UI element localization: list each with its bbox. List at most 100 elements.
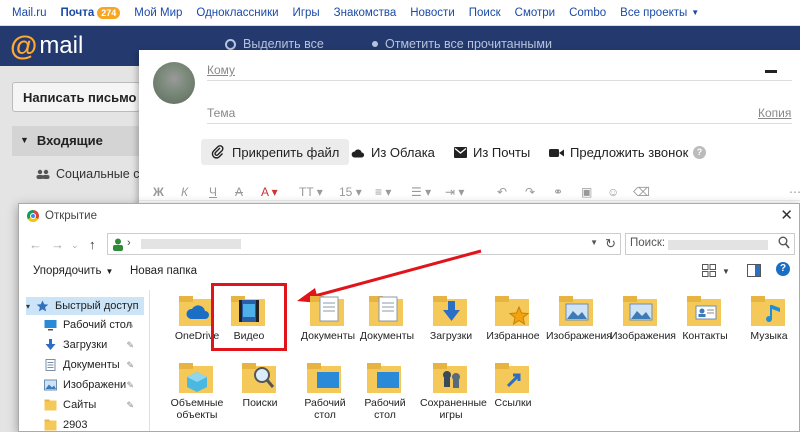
align-icon[interactable]: ≡ ▾	[375, 185, 391, 199]
file-item-contacts[interactable]: Контакты	[674, 293, 736, 342]
link-watch[interactable]: Смотри	[515, 7, 555, 19]
minimize-icon[interactable]	[765, 70, 777, 73]
view-mode-icon[interactable]	[702, 264, 716, 277]
underline-icon[interactable]: Ч	[209, 185, 217, 199]
copy-link[interactable]: Копия	[758, 106, 791, 120]
link-pochta[interactable]: Почта 274	[61, 6, 121, 19]
chevron-down-icon[interactable]: ▼	[590, 238, 598, 247]
nav-item-desktop[interactable]: Рабочий стол ✎	[44, 319, 136, 331]
to-field[interactable]	[207, 80, 792, 81]
undo-icon[interactable]: ↶	[497, 185, 507, 199]
link-odnoklassniki[interactable]: Одноклассники	[196, 7, 278, 19]
view-chevron-down-icon[interactable]: ▼	[722, 267, 730, 276]
file-item-downloads[interactable]: Загрузки	[420, 293, 482, 342]
documents-folder-icon	[369, 296, 403, 326]
nav-label: Загрузки	[63, 339, 108, 351]
file-item-pictures-2[interactable]: Изображения	[610, 293, 676, 342]
font-size-icon[interactable]: TT ▾	[299, 185, 323, 199]
folder-icon	[44, 419, 57, 431]
redo-icon[interactable]: ↷	[525, 185, 535, 199]
propose-call-button[interactable]: Предложить звонок	[549, 145, 688, 160]
mail-logo[interactable]: @ mail	[10, 30, 83, 62]
emoji-icon[interactable]: ☺	[607, 185, 619, 199]
nav-item-documents[interactable]: Документы ✎	[44, 359, 136, 371]
link-mailru[interactable]: Mail.ru	[12, 7, 47, 19]
image-icon[interactable]: ▣	[581, 185, 592, 199]
social-folder[interactable]: Социальные с	[36, 167, 139, 181]
file-item-searches[interactable]: Поиски	[229, 360, 291, 409]
subject-field[interactable]	[207, 123, 792, 124]
from-mail-button[interactable]: Из Почты	[454, 145, 530, 160]
organize-button[interactable]: Упорядочить ▼	[33, 265, 113, 277]
link-moi-mir[interactable]: Мой Мир	[134, 7, 182, 19]
list-icon[interactable]: ☰ ▾	[411, 185, 431, 199]
link-all-projects[interactable]: Все проекты ▼	[620, 7, 699, 19]
navigation-bar: ← → ⌄ ↑ › ▼ ↻ Поиск:	[19, 230, 799, 260]
file-item-pictures-1[interactable]: Изображения	[546, 293, 612, 342]
nav-label: Документы	[63, 359, 120, 371]
chrome-icon	[27, 210, 39, 222]
preview-pane-icon[interactable]	[747, 264, 761, 277]
file-item-3d-objects[interactable]: Объемные объекты	[166, 360, 228, 421]
nav-item-pictures[interactable]: Изображени ✎	[44, 379, 136, 391]
more-icon[interactable]: ⋯	[789, 185, 800, 199]
link-search[interactable]: Поиск	[469, 7, 501, 19]
forward-arrow-icon[interactable]: →	[51, 237, 64, 252]
pin-icon: ✎	[126, 379, 134, 390]
pin-icon: ✎	[126, 399, 134, 410]
refresh-icon[interactable]: ↻	[605, 236, 616, 252]
help-icon[interactable]: ?	[693, 146, 706, 159]
nav-item-quick-access[interactable]: ▾ Быстрый доступ	[26, 297, 144, 315]
portal-topbar: Mail.ru Почта 274 Мой Мир Одноклассники И…	[0, 0, 800, 26]
file-item-documents-1[interactable]: Документы	[297, 293, 359, 342]
link-dating[interactable]: Знакомства	[334, 7, 397, 19]
font-size-select[interactable]: 15 ▾	[339, 185, 362, 199]
pin-icon: ✎	[126, 339, 134, 350]
file-label: Объемные объекты	[170, 397, 224, 421]
close-icon[interactable]: ✕	[780, 206, 793, 224]
help-icon[interactable]: ?	[776, 262, 790, 276]
inbox-folder[interactable]: ▼ Входящие	[12, 126, 140, 156]
up-arrow-icon[interactable]: ↑	[89, 237, 96, 252]
social-label: Социальные с	[56, 167, 140, 181]
mark-all-read-button[interactable]: Отметить все прочитанными	[372, 37, 552, 51]
strikethrough-icon[interactable]: А	[235, 185, 243, 199]
link-combo[interactable]: Combo	[569, 7, 606, 19]
link-icon[interactable]: ⚭	[553, 185, 563, 199]
link-news[interactable]: Новости	[410, 7, 455, 19]
command-bar: Упорядочить ▼ Новая папка ▼ ?	[19, 260, 799, 284]
folder-icon	[44, 399, 57, 411]
file-item-desktop-2[interactable]: Рабочий стол	[354, 360, 416, 421]
file-item-favorites[interactable]: Избранное	[482, 293, 544, 342]
to-field-label[interactable]: Кому	[207, 63, 235, 77]
indent-icon[interactable]: ⇥ ▾	[445, 185, 464, 199]
file-label: Музыка	[750, 330, 788, 342]
address-bar[interactable]: › ▼ ↻	[107, 233, 621, 255]
file-label: Документы	[359, 330, 415, 342]
italic-icon[interactable]: К	[181, 185, 188, 199]
file-item-documents-2[interactable]: Документы	[356, 293, 418, 342]
link-games[interactable]: Игры	[293, 7, 320, 19]
search-input[interactable]: Поиск:	[625, 233, 795, 255]
file-item-links[interactable]: Ссылки	[482, 360, 544, 409]
chevron-down-icon: ▼	[691, 8, 700, 17]
video-highlight-box	[211, 283, 287, 351]
nav-item-downloads[interactable]: Загрузки ✎	[44, 339, 136, 351]
back-arrow-icon[interactable]: ←	[29, 237, 42, 252]
recent-chevron-icon[interactable]: ⌄	[71, 240, 79, 251]
new-folder-button[interactable]: Новая папка	[130, 265, 197, 277]
nav-item-sites[interactable]: Сайты ✎	[44, 399, 136, 411]
bold-icon[interactable]: Ж	[153, 185, 164, 199]
attach-file-button[interactable]: Прикрепить файл	[201, 139, 350, 165]
file-label: Сохраненные игры	[420, 397, 487, 421]
paperclip-icon	[211, 145, 224, 159]
file-item-saved-games[interactable]: Сохраненные игры	[420, 360, 487, 421]
file-item-desktop-1[interactable]: Рабочий стол	[294, 360, 356, 421]
nav-item-2903[interactable]: 2903	[44, 419, 136, 431]
clear-format-icon[interactable]: ⌫	[633, 185, 650, 199]
select-all-button[interactable]: Выделить все	[225, 37, 324, 51]
from-cloud-button[interactable]: Из Облака	[351, 145, 435, 160]
text-color-icon[interactable]: A ▾	[261, 185, 278, 199]
file-item-music[interactable]: Музыка	[738, 293, 800, 342]
write-letter-button[interactable]: Написать письмо	[12, 82, 140, 112]
